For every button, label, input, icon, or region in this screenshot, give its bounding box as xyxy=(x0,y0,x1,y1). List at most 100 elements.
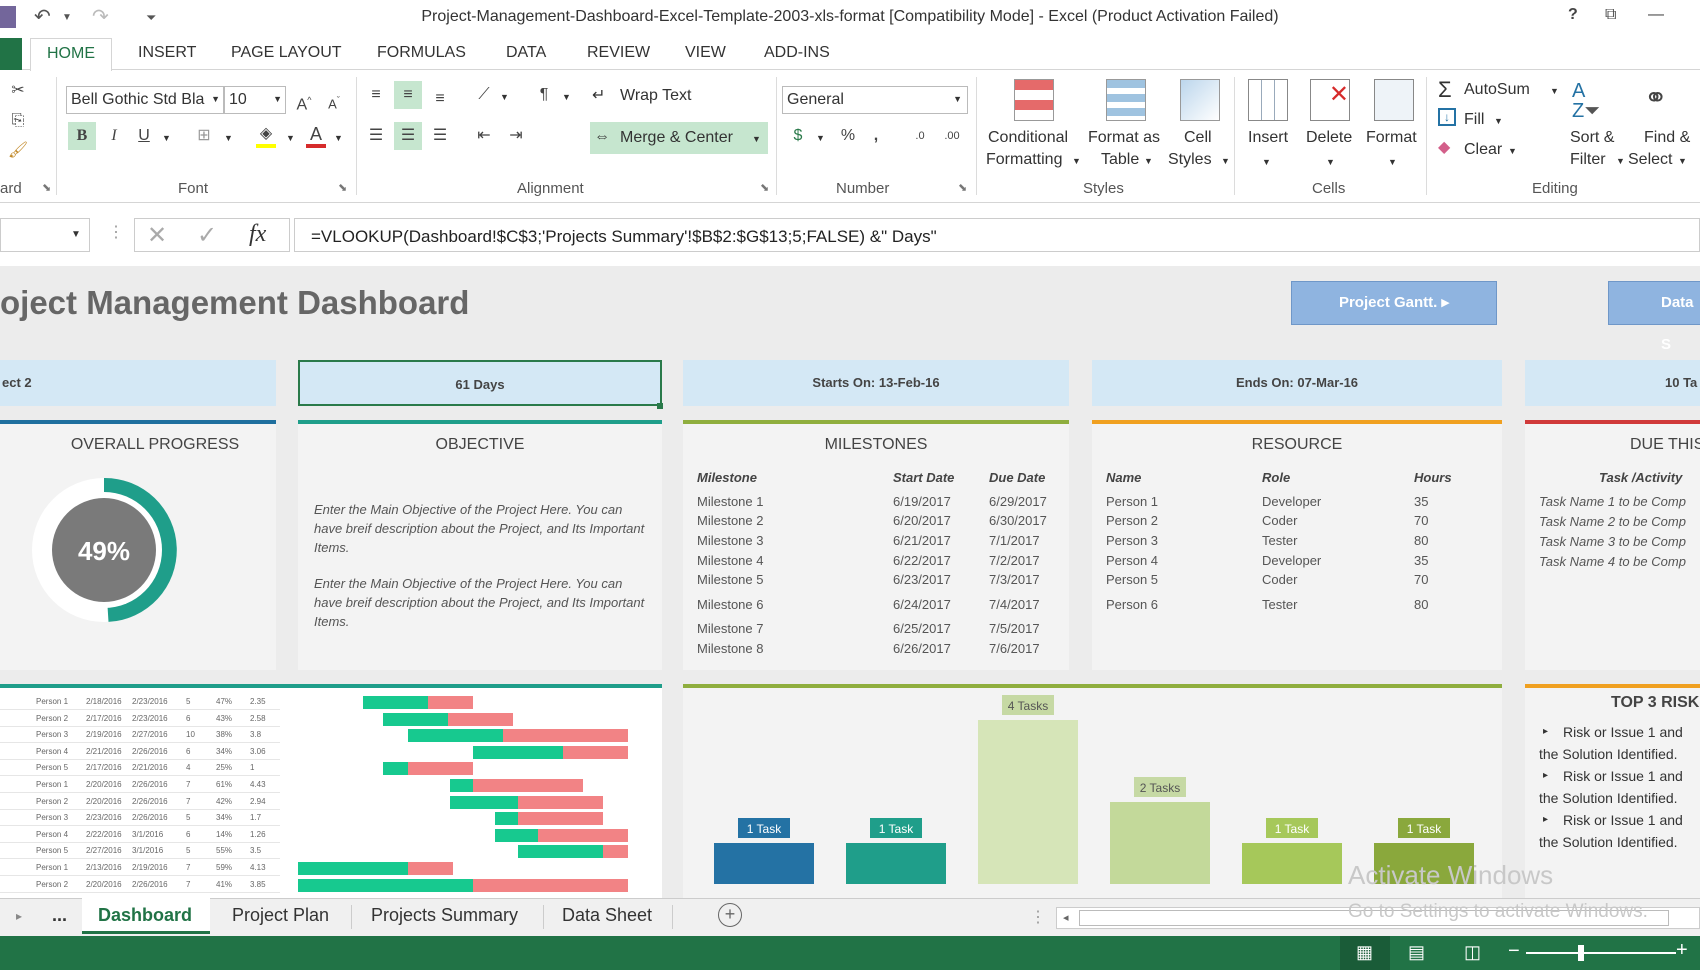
format-as-table-button[interactable]: Format as Table ▼ xyxy=(1086,77,1166,177)
sheet-tab-dashboard[interactable]: Dashboard xyxy=(82,898,210,934)
help-button[interactable]: ? xyxy=(1568,6,1578,24)
number-format-combo[interactable]: General ▼ xyxy=(782,86,968,114)
gantt-bar-remaining xyxy=(428,696,473,709)
font-name-combo[interactable]: Bell Gothic Std Bla ▼ xyxy=(66,86,224,114)
project-gantt-button[interactable]: Project Gantt. ▸ xyxy=(1291,281,1497,325)
page-break-view-icon[interactable]: ◫ xyxy=(1464,942,1481,963)
gantt-cell: 7 xyxy=(186,863,191,872)
name-box[interactable]: ▼ xyxy=(0,218,90,252)
delete-cells-button[interactable]: ✕ Delete ▼ xyxy=(1300,77,1360,177)
comma-style-icon[interactable]: , xyxy=(862,122,890,150)
normal-view-button[interactable]: ▦ xyxy=(1340,936,1390,970)
chevron-down-icon[interactable]: ▼ xyxy=(286,133,295,143)
cancel-icon[interactable]: ✕ xyxy=(147,221,167,250)
risk-line-1: Risk or Issue 1 and xyxy=(1563,724,1683,740)
tabs-splitter-icon[interactable]: ⋮ xyxy=(1030,907,1046,927)
align-left-icon[interactable]: ☰ xyxy=(362,122,390,150)
fill-handle[interactable] xyxy=(657,403,663,409)
clipboard-launcher-icon[interactable]: ⬊ xyxy=(42,181,51,194)
zoom-slider-thumb[interactable] xyxy=(1578,945,1584,961)
merge-center-button[interactable]: ⇔ Merge & Center ▼ xyxy=(590,122,768,154)
tab-view[interactable]: VIEW xyxy=(685,44,726,62)
decrease-indent-icon[interactable]: ⇤ xyxy=(470,122,498,150)
gantt-cell: 3.06 xyxy=(250,746,266,756)
tab-insert[interactable]: INSERT xyxy=(138,44,196,62)
insert-cells-button[interactable]: Insert ▼ xyxy=(1240,77,1298,177)
copy-icon[interactable]: ⎘ xyxy=(4,107,32,135)
underline-button[interactable]: U xyxy=(130,122,158,150)
sort-filter-button[interactable]: A Z⏷ Sort & Filter ▼ xyxy=(1564,77,1628,177)
file-tab[interactable] xyxy=(0,38,22,70)
increase-indent-icon[interactable]: ⇥ xyxy=(502,122,530,150)
zoom-in-icon[interactable]: + xyxy=(1676,939,1688,962)
bold-button[interactable]: B xyxy=(68,122,96,150)
clear-button[interactable]: ◆ Clear ▼ xyxy=(1436,135,1526,163)
cell-styles-button[interactable]: Cell Styles ▼ xyxy=(1166,77,1236,177)
worksheet-area[interactable]: oject Management Dashboard Project Gantt… xyxy=(0,266,1700,898)
tab-data[interactable]: DATA xyxy=(506,44,546,62)
alignment-launcher-icon[interactable]: ⬊ xyxy=(760,181,769,194)
zoom-out-icon[interactable]: − xyxy=(1508,940,1520,963)
enter-icon[interactable]: ✓ xyxy=(197,221,217,250)
page-layout-view-icon[interactable]: ▤ xyxy=(1408,942,1425,963)
tab-page-layout[interactable]: PAGE LAYOUT xyxy=(231,44,342,62)
chevron-down-icon[interactable]: ▼ xyxy=(562,92,571,102)
separator xyxy=(356,77,357,195)
font-color-icon[interactable]: A xyxy=(302,120,330,148)
zoom-slider[interactable] xyxy=(1526,952,1676,954)
orientation-icon[interactable]: ⟋ xyxy=(470,81,498,109)
sheet-tab-projects-summary[interactable]: Projects Summary xyxy=(371,905,518,926)
chevron-down-icon[interactable]: ▼ xyxy=(224,133,233,143)
new-sheet-button[interactable]: + xyxy=(718,903,742,927)
scroll-tabs-left-icon[interactable]: ▸ xyxy=(16,909,22,923)
milestone-start: 6/22/2017 xyxy=(893,553,951,568)
percent-icon[interactable]: % xyxy=(834,122,862,150)
data-sheet-button[interactable]: Data S xyxy=(1608,281,1700,353)
font-size-combo[interactable]: 10 ▼ xyxy=(224,86,286,114)
find-select-button[interactable]: ⚭ Find & Select ▼ xyxy=(1628,77,1700,177)
decrease-decimal-icon[interactable]: .00 xyxy=(938,122,966,150)
fill-button[interactable]: ↓ Fill ▼ xyxy=(1436,107,1516,135)
text-direction-icon[interactable]: ¶ xyxy=(530,81,558,109)
formula-input[interactable]: =VLOOKUP(Dashboard!$C$3;'Projects Summar… xyxy=(294,218,1700,252)
align-right-icon[interactable]: ☰ xyxy=(426,122,454,150)
scroll-left-icon[interactable]: ◂ xyxy=(1063,911,1069,924)
autosum-button[interactable]: Σ AutoSum ▼ xyxy=(1436,77,1560,105)
chevron-down-icon[interactable]: ▼ xyxy=(500,92,509,102)
align-center-icon[interactable]: ☰ xyxy=(394,122,422,150)
increase-decimal-icon[interactable]: .0 xyxy=(906,122,934,150)
formula-bar-options-icon[interactable]: ⋮ xyxy=(108,222,124,242)
align-middle-icon[interactable]: ≡ xyxy=(394,81,422,109)
chevron-down-icon[interactable]: ▼ xyxy=(816,133,825,143)
fill-color-icon[interactable]: ◈ xyxy=(252,120,280,148)
more-sheets-button[interactable]: ... xyxy=(52,905,67,926)
format-painter-icon[interactable]: 🖌 xyxy=(4,137,32,165)
accounting-format-icon[interactable]: $ xyxy=(784,122,812,150)
chevron-down-icon[interactable]: ▼ xyxy=(162,133,171,143)
borders-icon[interactable]: ⊞ xyxy=(190,122,218,150)
number-launcher-icon[interactable]: ⬊ xyxy=(958,181,967,194)
decrease-font-icon[interactable]: Aˇ xyxy=(320,86,348,114)
format-cells-button[interactable]: Format ▼ xyxy=(1362,77,1426,177)
align-top-icon[interactable]: ≡ xyxy=(362,81,390,109)
tab-review[interactable]: REVIEW xyxy=(587,44,650,62)
resource-header-role: Role xyxy=(1262,470,1291,485)
tab-formulas[interactable]: FORMULAS xyxy=(377,44,466,62)
italic-button[interactable]: I xyxy=(100,122,128,150)
increase-font-icon[interactable]: A^ xyxy=(290,86,318,114)
tab-home[interactable]: HOME xyxy=(30,38,112,72)
wrap-text-button[interactable]: ↵ Wrap Text xyxy=(592,83,742,113)
sheet-tab-data-sheet[interactable]: Data Sheet xyxy=(562,905,652,926)
separator xyxy=(1426,77,1427,195)
chevron-down-icon[interactable]: ▼ xyxy=(334,133,343,143)
tab-add-ins[interactable]: ADD-INS xyxy=(764,44,830,62)
conditional-formatting-button[interactable]: Conditional Formatting ▼ xyxy=(980,77,1086,177)
ribbon-display-icon[interactable]: ⧉ xyxy=(1605,6,1616,24)
align-bottom-icon[interactable]: ≡ xyxy=(426,85,454,113)
minimize-button[interactable]: — xyxy=(1648,6,1664,24)
banner-duration[interactable]: 61 Days xyxy=(298,360,662,406)
sheet-tab-project-plan[interactable]: Project Plan xyxy=(232,905,329,926)
cut-icon[interactable]: ✂ xyxy=(4,77,32,105)
font-launcher-icon[interactable]: ⬊ xyxy=(338,181,347,194)
insert-function-icon[interactable]: fx xyxy=(249,221,266,248)
